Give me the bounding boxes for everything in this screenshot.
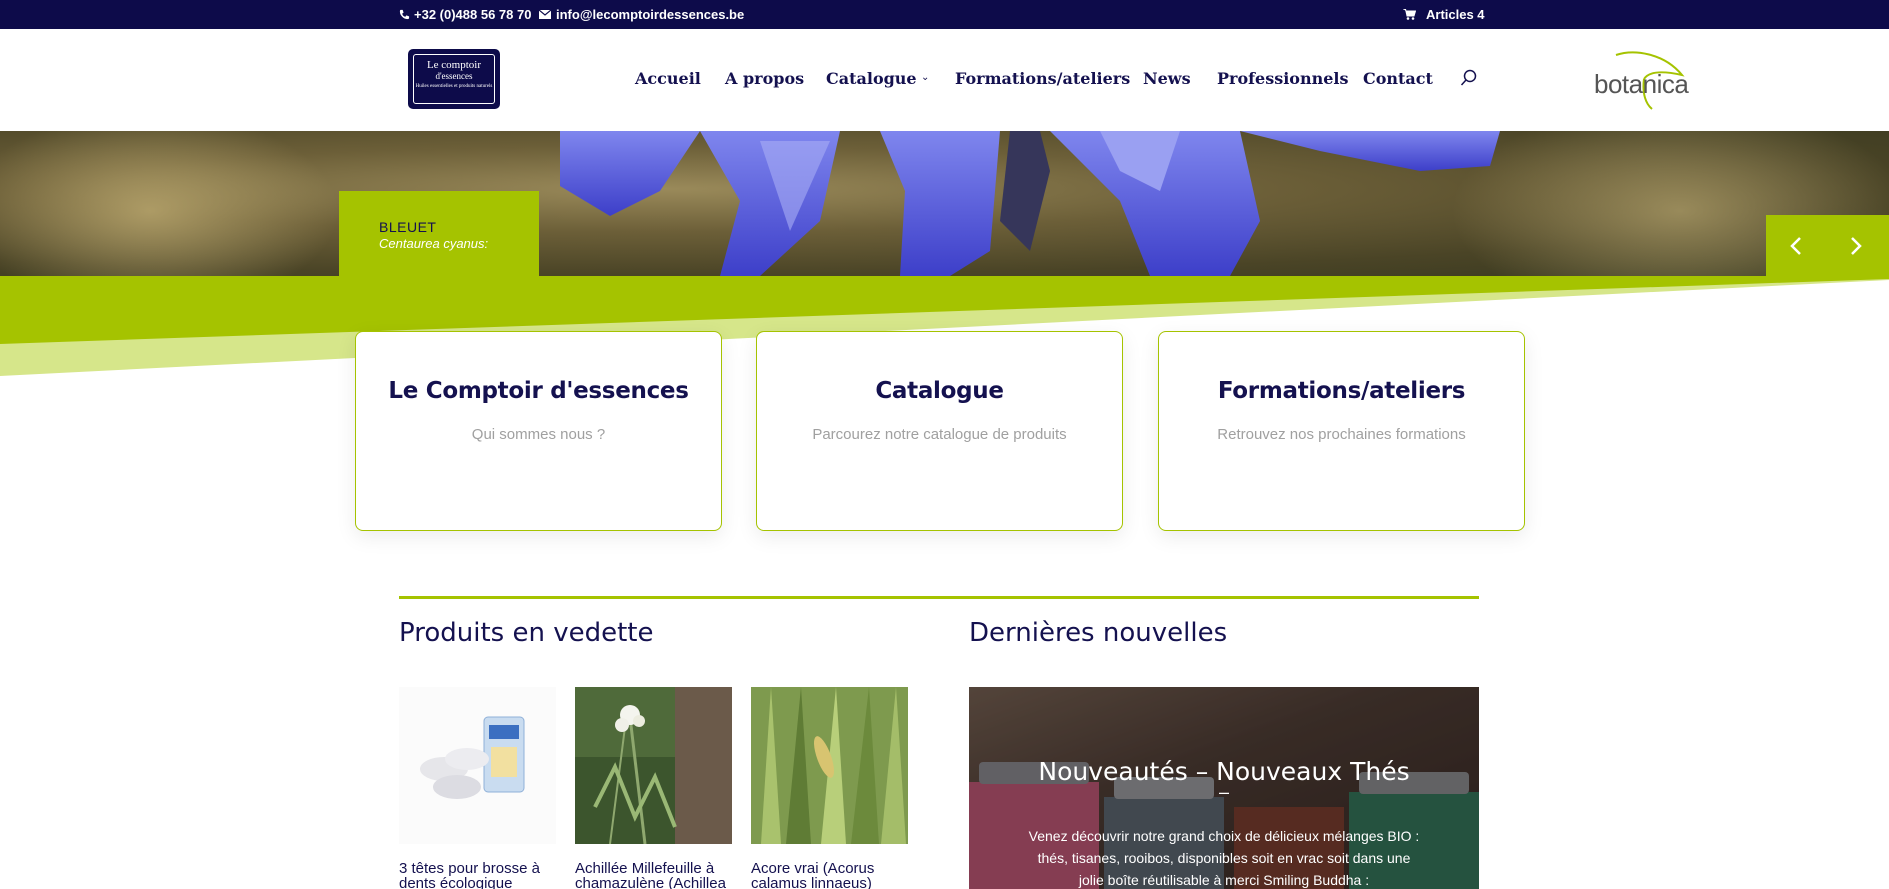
card-catalogue[interactable]: Catalogue Parcourez notre catalogue de p… (756, 331, 1123, 531)
news-post-dash: – (1218, 782, 1229, 802)
nav-item-professionnels[interactable]: Professionnels (1217, 69, 1349, 88)
section-divider (399, 596, 1479, 599)
arrow-left-icon[interactable] (1782, 234, 1812, 258)
card-title: Catalogue (875, 378, 1004, 404)
search-icon[interactable] (1460, 69, 1478, 87)
site-header: Le comptoir d'essences Huiles essentiell… (0, 29, 1889, 131)
logo-line-1: Le comptoir (426, 59, 482, 71)
card-title: Le Comptoir d'essences (388, 378, 689, 404)
card-title: Formations/ateliers (1217, 378, 1466, 404)
hero-caption-title: BLEUET (379, 219, 437, 235)
mail-icon (539, 10, 551, 19)
product-card[interactable]: 3 têtes pour brosse à dents écologique (399, 687, 556, 889)
nav-item-formations[interactable]: Formations/ateliers (955, 69, 1130, 88)
product-image[interactable] (751, 687, 908, 844)
phone-link[interactable]: +32 (0)488 56 78 70 (399, 7, 531, 22)
product-name[interactable]: 3 têtes pour brosse à dents écologique (399, 861, 556, 889)
product-card[interactable]: Achillée Millefeuille à chamazulène (Ach… (575, 687, 732, 889)
news-title: Dernières nouvelles (969, 618, 1228, 648)
arrow-right-icon[interactable] (1842, 234, 1872, 258)
card-comptoir[interactable]: Le Comptoir d'essences Qui sommes nous ? (355, 331, 722, 531)
card-formations[interactable]: Formations/ateliers Retrouvez nos procha… (1158, 331, 1525, 531)
phone-icon (399, 9, 410, 20)
hero-caption: BLEUET Centaurea cyanus: (339, 191, 539, 276)
nav-item-accueil[interactable]: Accueil (635, 69, 701, 88)
news-post-card[interactable]: Nouveautés – Nouveaux Thés – Venez décou… (969, 687, 1479, 889)
hero-caption-subtitle: Centaurea cyanus: (379, 236, 489, 251)
hero-slider (0, 131, 1889, 276)
nav-item-catalogue[interactable]: Catalogue (826, 69, 917, 88)
logo-frame: Le comptoir d'essences Huiles essentiell… (413, 54, 495, 104)
site-logo[interactable]: Le comptoir d'essences Huiles essentiell… (408, 49, 500, 109)
yarrow-image (575, 687, 732, 844)
news-post-excerpt: Venez découvrir notre grand choix de dél… (1028, 828, 1420, 888)
botanica-logo[interactable]: botanica (1594, 49, 1694, 111)
product-name[interactable]: Achillée Millefeuille à chamazulène (Ach… (575, 861, 732, 889)
nav-item-a-propos[interactable]: A propos (725, 69, 804, 88)
phone-number: +32 (0)488 56 78 70 (414, 7, 532, 22)
featured-title: Produits en vedette (399, 618, 654, 648)
chevron-down-icon[interactable]: ⌄ (921, 72, 929, 83)
product-image[interactable] (575, 687, 732, 844)
logo-line-2: d'essences (435, 71, 473, 81)
logo-line-3: Huiles essentielles et produits naturels (415, 84, 493, 89)
card-subtitle: Retrouvez nos prochaines formations (1217, 426, 1466, 443)
email-address: info@lecomptoirdessences.be (556, 7, 745, 22)
cart-icon (1403, 9, 1416, 20)
acorus-image (751, 687, 908, 844)
card-subtitle: Qui sommes nous ? (471, 426, 606, 443)
nav-item-contact[interactable]: Contact (1363, 69, 1433, 88)
toothbrush-heads-image (399, 687, 556, 844)
botanica-wordmark: botanica (1594, 69, 1689, 99)
card-subtitle: Parcourez notre catalogue de produits (812, 426, 1067, 443)
nav-item-news[interactable]: News (1143, 69, 1191, 88)
cart-link[interactable]: Articles 4 (1403, 7, 1485, 22)
slider-controls (1766, 215, 1889, 276)
top-bar: +32 (0)488 56 78 70 info@lecomptoirdesse… (0, 0, 1889, 29)
cart-label: Articles 4 (1426, 7, 1485, 22)
cornflower-image (560, 131, 1500, 276)
product-card[interactable]: Acore vrai (Acorus calamus linnaeus) (751, 687, 908, 889)
product-image[interactable] (399, 687, 556, 844)
product-name[interactable]: Acore vrai (Acorus calamus linnaeus) (751, 861, 908, 889)
email-link[interactable]: info@lecomptoirdessences.be (539, 7, 744, 22)
